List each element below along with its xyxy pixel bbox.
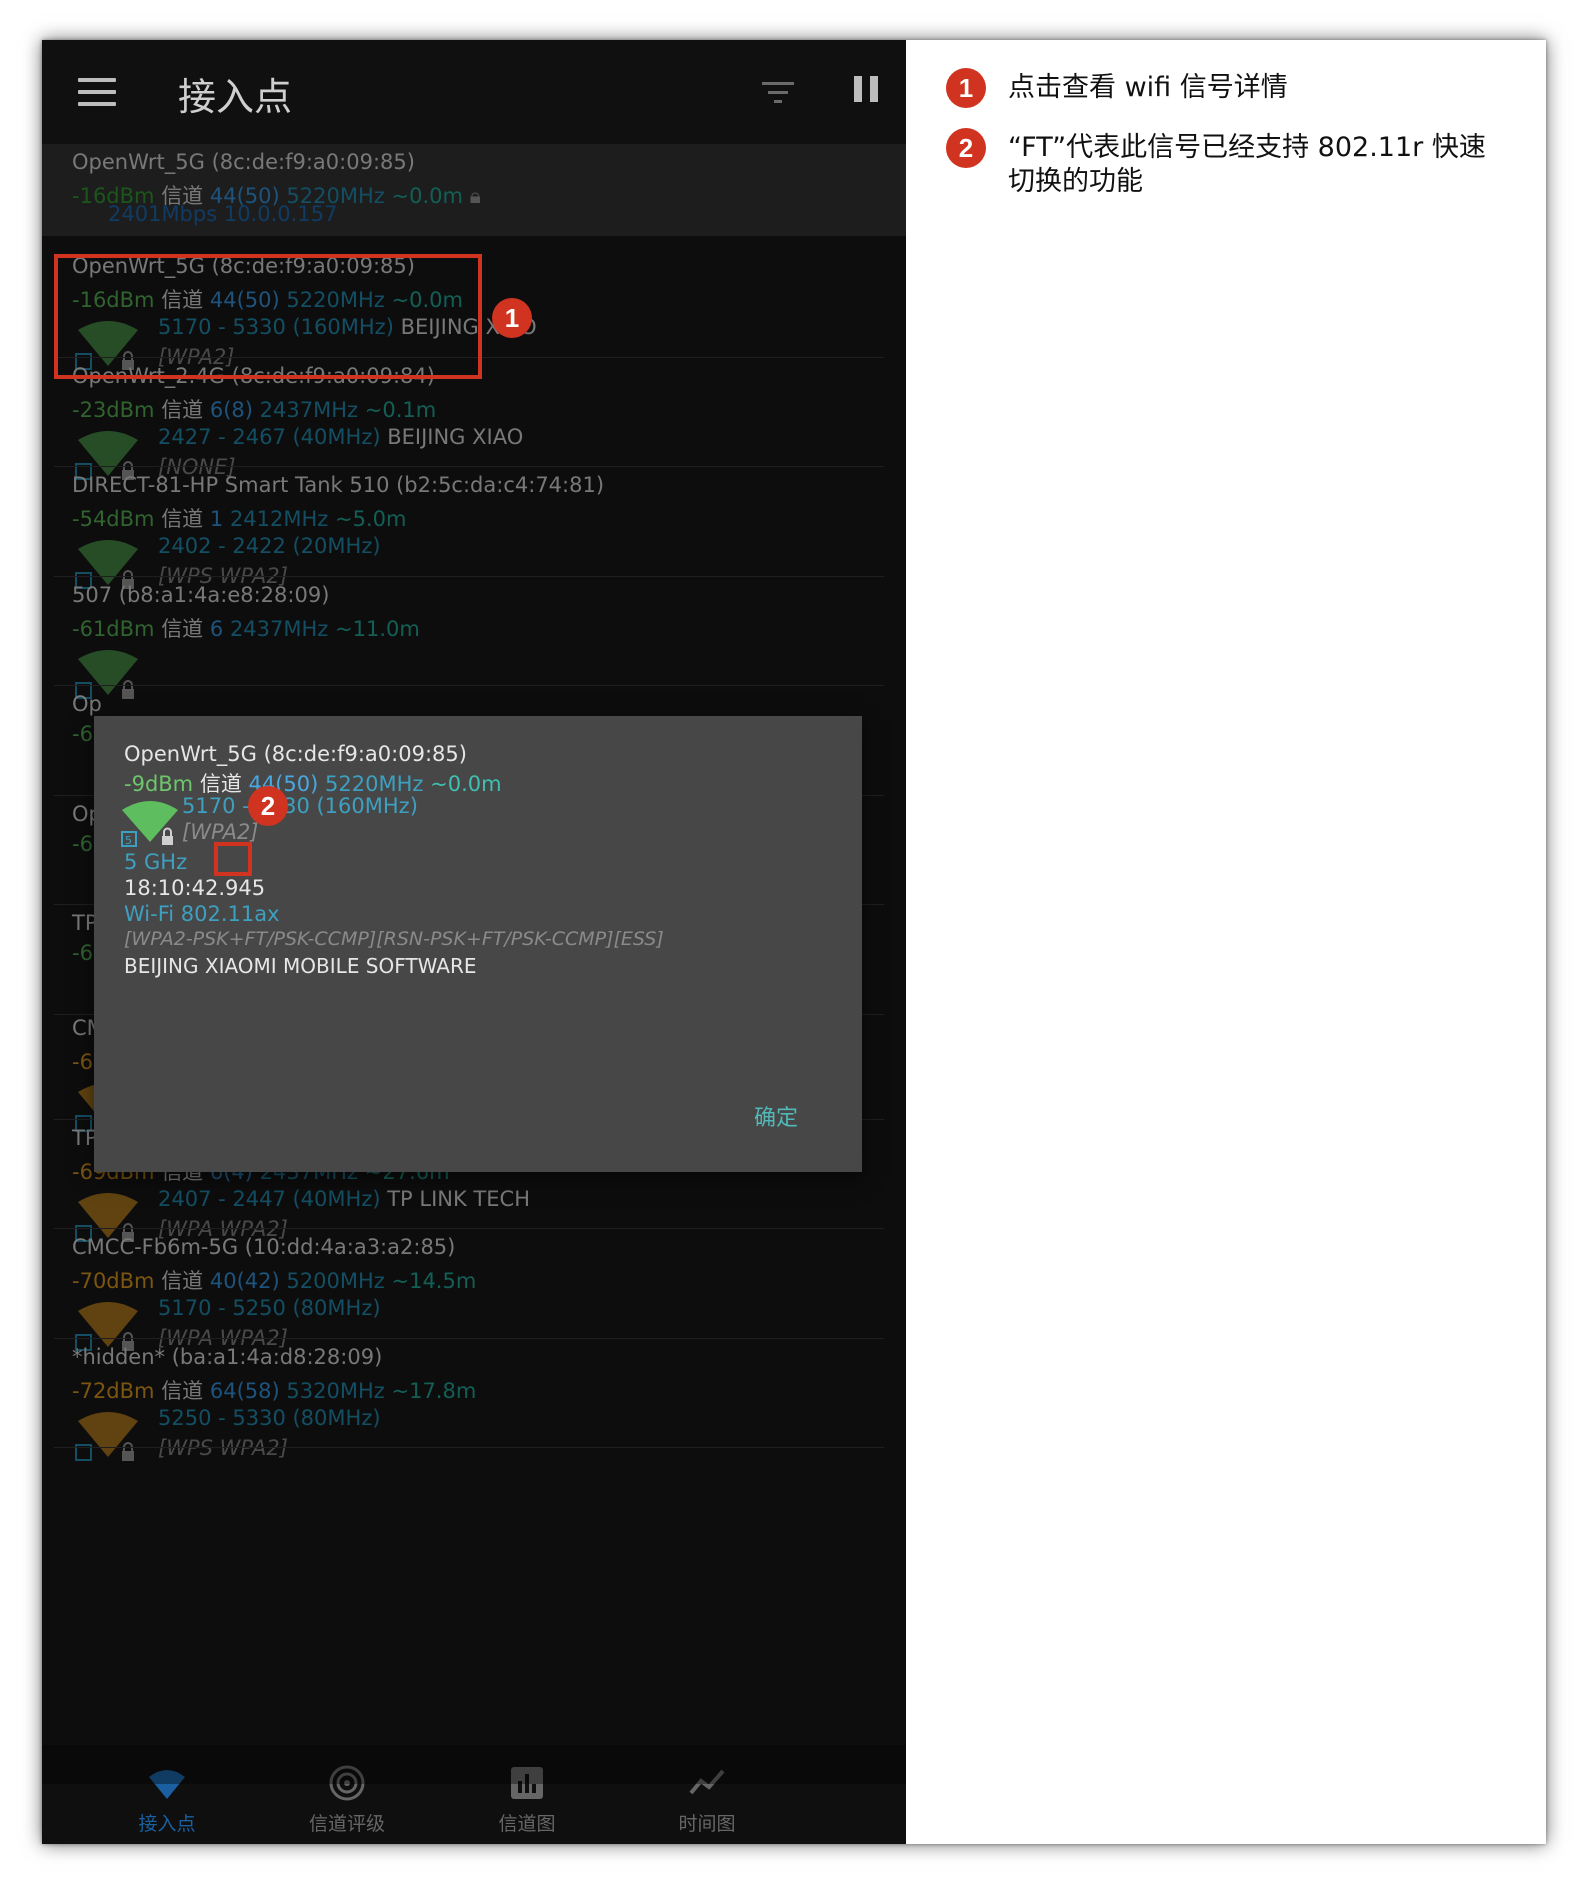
ok-button[interactable]: 确定	[754, 1100, 798, 1132]
page-title: 接入点	[178, 75, 293, 119]
note-badge-1: 1	[946, 68, 986, 108]
nav-tab-label: 信道图	[498, 1813, 556, 1835]
phone-screen: 接入点 OpenWrt_5G (8c:de:f9:a0:09:85) -16dBm…	[42, 40, 906, 1844]
svg-text:5: 5	[125, 834, 132, 847]
pause-icon[interactable]	[854, 76, 880, 108]
note-badge-2: 2	[946, 128, 986, 168]
annotation-notes-panel: 1 点击查看 wifi 信号详情 2 “FT”代表此信号已经支持 802.11r…	[906, 40, 1546, 1844]
dialog-dist: ~0.0m	[430, 772, 502, 796]
dialog-security-short: [WPA2]	[182, 820, 259, 844]
dialog-vendor: BEIJING XIAOMI MOBILE SOFTWARE	[124, 954, 477, 978]
screenshot-frame: 接入点 OpenWrt_5G (8c:de:f9:a0:09:85) -16dBm…	[42, 40, 1546, 1844]
ap-detail-dialog: OpenWrt_5G (8c:de:f9:a0:09:85) -9dBm 信道 …	[94, 716, 862, 1172]
wifi-signal-strength-icon: 5	[118, 796, 182, 852]
dialog-freq: 5220MHz	[325, 772, 424, 796]
dialog-capabilities: [WPA2-PSK+FT/PSK-CCMP][RSN-PSK+FT/PSK-CC…	[124, 928, 664, 950]
note-text-2: “FT”代表此信号已经支持 802.11r 快速切换的功能	[1008, 132, 1486, 197]
dialog-band: 5 GHz	[124, 850, 188, 874]
nav-tab-label: 接入点	[138, 1813, 196, 1835]
filter-icon[interactable]	[758, 76, 798, 110]
annotation-box-2	[214, 842, 252, 876]
annotation-box-1	[54, 254, 482, 379]
note-2: 2 “FT”代表此信号已经支持 802.11r 快速切换的功能	[946, 128, 1506, 208]
annotation-badge-1: 1	[492, 298, 532, 338]
annotation-badge-2: 2	[248, 786, 288, 826]
dialog-dbm: -9dBm	[124, 772, 194, 796]
dialog-timestamp: 18:10:42.945	[124, 876, 266, 900]
dialog-range: 5170 - 5330 (160MHz)	[182, 794, 418, 818]
note-1: 1 点击查看 wifi 信号详情	[946, 68, 1506, 112]
note-text-1: 点击查看 wifi 信号详情	[1008, 72, 1288, 103]
dialog-ap-name: OpenWrt_5G (8c:de:f9:a0:09:85)	[124, 742, 467, 766]
app-bar: 接入点	[42, 40, 906, 144]
dialog-channel-label: 信道	[199, 772, 242, 796]
nav-tab-label: 时间图	[678, 1813, 736, 1835]
dialog-wifi-standard: Wi-Fi 802.11ax	[124, 902, 280, 926]
hamburger-menu-icon[interactable]	[78, 78, 116, 106]
nav-tab-label: 信道评级	[308, 1813, 385, 1835]
